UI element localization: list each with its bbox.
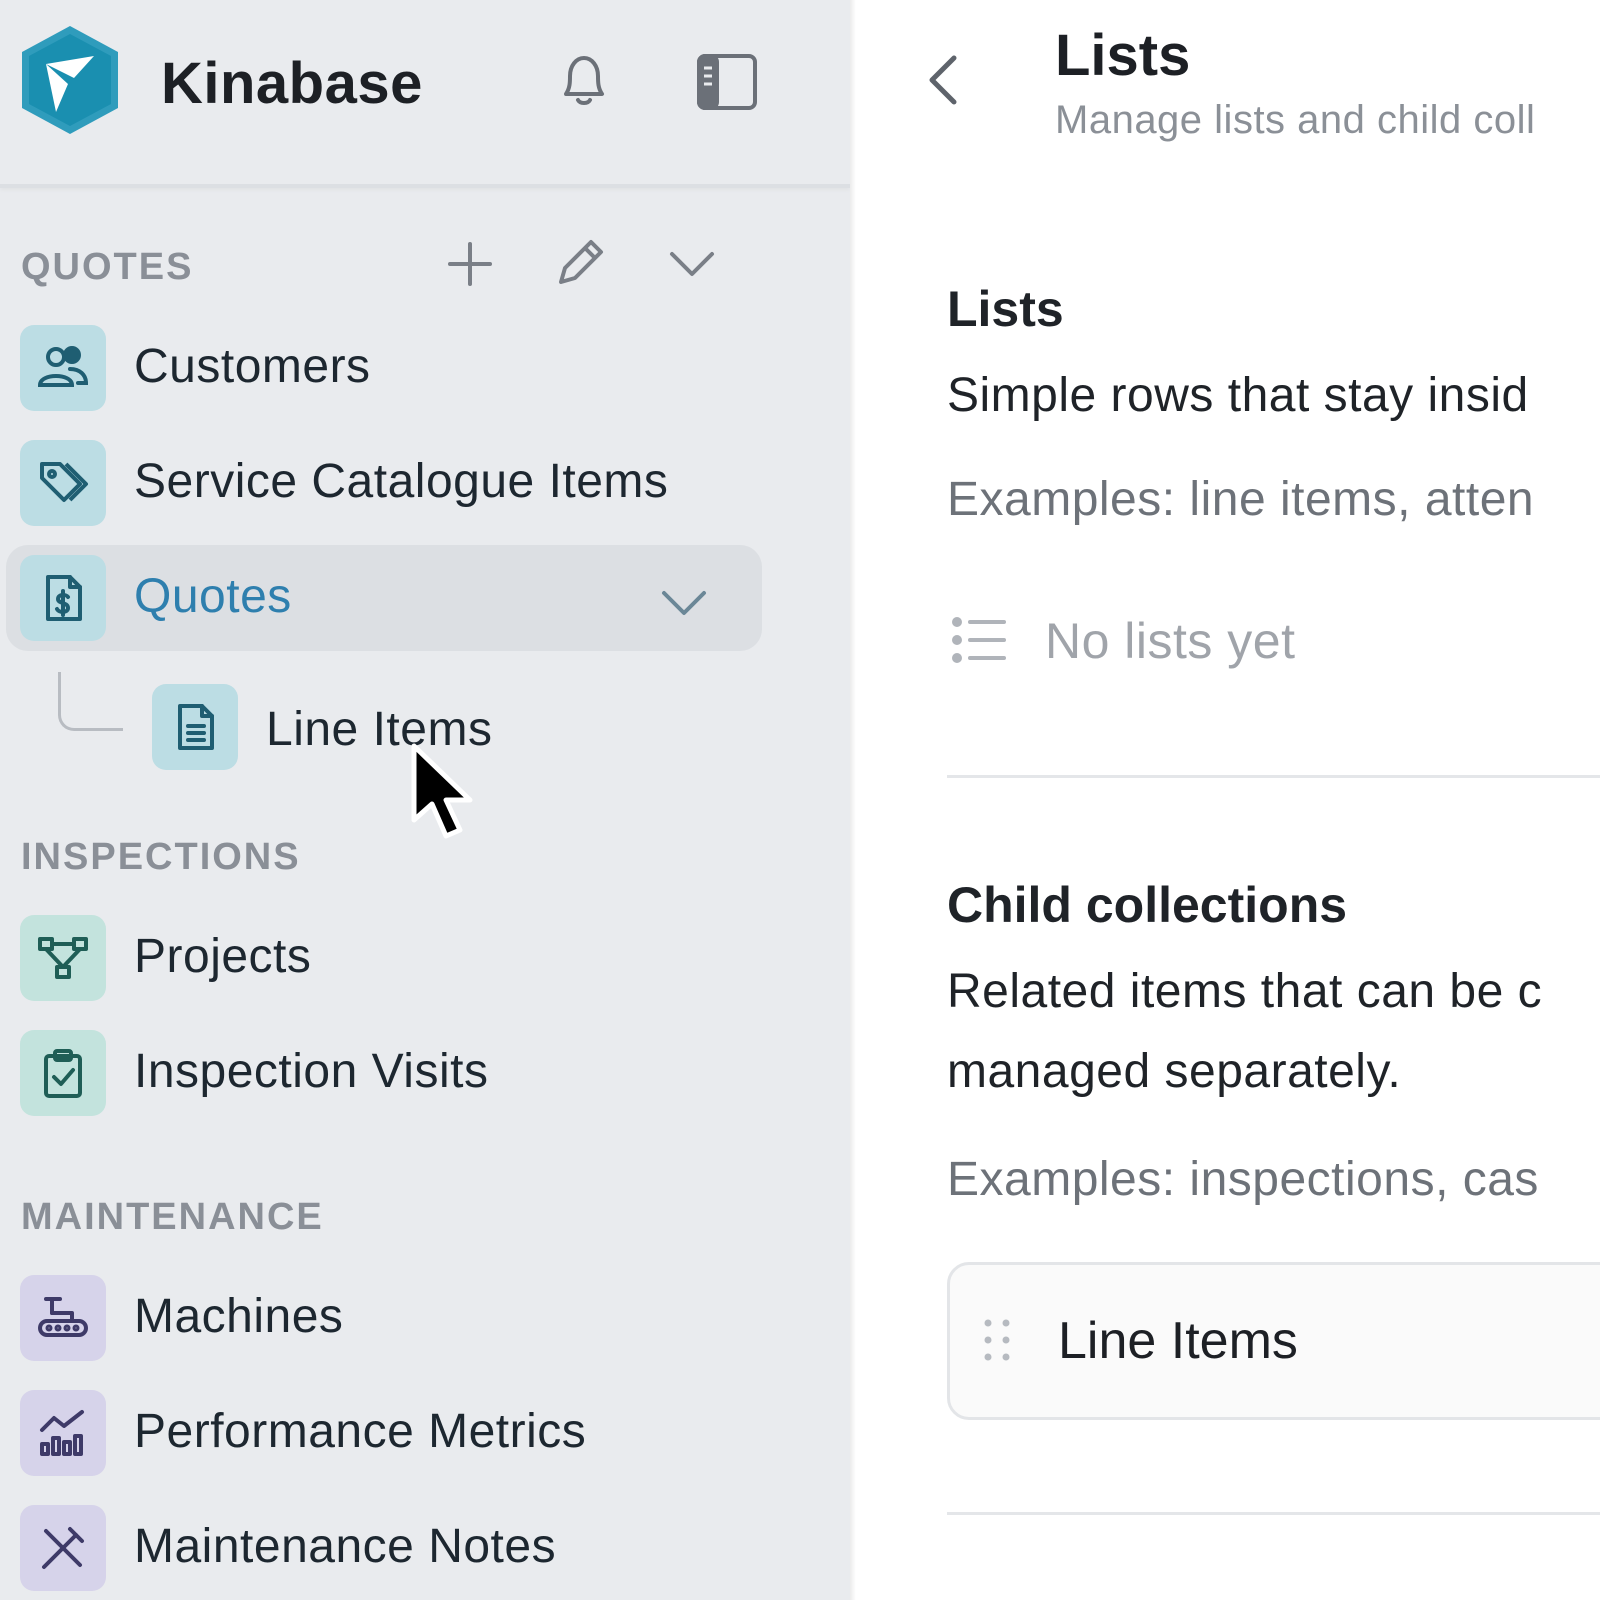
section-label-inspections: INSPECTIONS xyxy=(21,836,301,878)
users-icon xyxy=(20,325,106,411)
sidebar-item-label: Maintenance Notes xyxy=(134,1520,557,1573)
mouse-pointer-icon xyxy=(411,743,473,839)
section-label-maintenance: MAINTENANCE xyxy=(21,1196,324,1238)
sidebar-item-projects[interactable]: Projects xyxy=(6,905,762,1011)
sidebar-item-label: Service Catalogue Items xyxy=(134,455,669,508)
lists-section-examples: Examples: line items, atten xyxy=(947,473,1535,526)
sidebar-toggle-icon[interactable] xyxy=(695,50,759,114)
sidebar: Kinabase QUOTES Customers Service Catalo… xyxy=(0,0,850,1600)
plus-icon[interactable] xyxy=(442,236,498,292)
sidebar-item-maintenance-notes[interactable]: Maintenance Notes xyxy=(6,1495,762,1600)
lists-empty-state: No lists yet xyxy=(1045,613,1296,669)
sidebar-item-inspection-visits[interactable]: Inspection Visits xyxy=(6,1020,762,1126)
sidebar-item-customers[interactable]: Customers xyxy=(6,315,762,421)
chevron-down-icon[interactable] xyxy=(664,236,720,292)
child-collection-label: Line Items xyxy=(1058,1312,1298,1370)
sidebar-item-label: Machines xyxy=(134,1290,344,1343)
pencil-icon[interactable] xyxy=(553,234,609,290)
sidebar-item-label: Performance Metrics xyxy=(134,1405,587,1458)
chart-icon xyxy=(20,1390,106,1476)
chevron-down-icon[interactable] xyxy=(656,575,712,631)
document-icon xyxy=(152,684,238,770)
sidebar-item-label: Projects xyxy=(134,930,312,983)
flow-icon xyxy=(20,915,106,1001)
child-collection-row[interactable]: Line Items xyxy=(947,1262,1600,1420)
invoice-icon xyxy=(20,555,106,641)
bell-icon[interactable] xyxy=(552,48,616,112)
sidebar-header: Kinabase xyxy=(0,0,850,188)
clipboard-check-icon xyxy=(20,1030,106,1116)
child-section-description-line2: managed separately. xyxy=(947,1045,1402,1098)
lists-section-title: Lists xyxy=(947,281,1064,337)
tools-icon xyxy=(20,1505,106,1591)
lists-section-description: Simple rows that stay insid xyxy=(947,369,1529,422)
child-section-description: Related items that can be c xyxy=(947,965,1543,1018)
sidebar-item-quotes[interactable]: Quotes xyxy=(6,545,762,651)
tags-icon xyxy=(20,440,106,526)
section-divider xyxy=(947,1512,1600,1515)
sidebar-item-machines[interactable]: Machines xyxy=(6,1265,762,1371)
sidebar-item-label: Quotes xyxy=(134,570,292,623)
sidebar-item-label: Customers xyxy=(134,340,371,393)
drag-handle-icon[interactable] xyxy=(980,1317,1014,1363)
section-divider xyxy=(947,775,1600,778)
kinabase-logo-icon[interactable] xyxy=(16,22,124,138)
conveyor-icon xyxy=(20,1275,106,1361)
tree-connector xyxy=(58,672,123,731)
back-chevron-icon[interactable] xyxy=(914,50,974,110)
section-label-quotes: QUOTES xyxy=(21,246,194,288)
list-icon xyxy=(952,617,1006,663)
page-title: Lists xyxy=(1055,23,1191,88)
child-section-title: Child collections xyxy=(947,877,1348,933)
sidebar-item-line-items[interactable]: Line Items xyxy=(146,682,646,774)
child-section-examples: Examples: inspections, cas xyxy=(947,1153,1539,1206)
page-subtitle: Manage lists and child coll xyxy=(1055,98,1536,142)
sidebar-item-service-catalogue-items[interactable]: Service Catalogue Items xyxy=(6,430,762,536)
sidebar-item-label: Inspection Visits xyxy=(134,1045,489,1098)
sidebar-item-performance-metrics[interactable]: Performance Metrics xyxy=(6,1380,762,1486)
app-name: Kinabase xyxy=(161,51,423,116)
